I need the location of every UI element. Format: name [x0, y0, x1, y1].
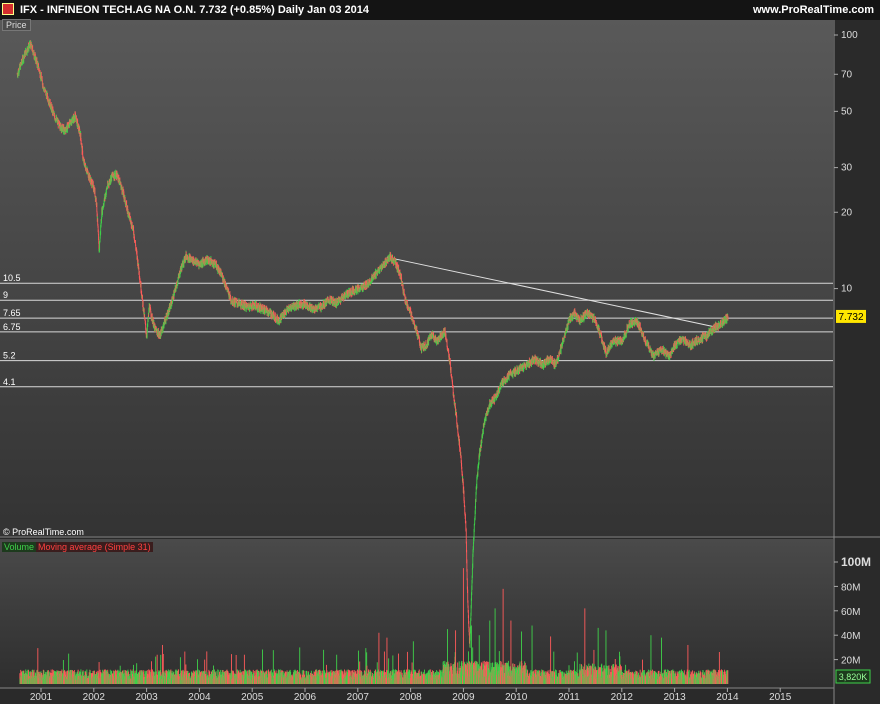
price-tick-label: 20	[841, 207, 853, 218]
time-tick-label: 2007	[347, 692, 370, 703]
price-tick-label: 30	[841, 163, 853, 174]
volume-tick-label: 40M	[841, 631, 860, 642]
time-tick-label: 2003	[135, 692, 158, 703]
level-label: 10.5	[3, 273, 21, 283]
chart-svg: 10 20 30 50 70 100 20M 40M 60M 80M 100M 2001 2002 200…	[0, 20, 880, 704]
level-label: 9	[3, 290, 8, 300]
time-tick-label: 2013	[663, 692, 686, 703]
volume-bars	[19, 568, 729, 684]
level-label: 4.1	[3, 377, 16, 387]
time-tick-label: 2002	[83, 692, 106, 703]
time-tick-label: 2005	[241, 692, 264, 703]
time-tick-label: 2015	[769, 692, 792, 703]
trendline	[386, 256, 720, 329]
time-tick-label: 2010	[505, 692, 528, 703]
price-tick-label: 50	[841, 106, 853, 117]
time-tick-label: 2001	[30, 692, 53, 703]
price-candles	[16, 40, 729, 648]
level-label: 6.75	[3, 322, 21, 332]
level-label: 5.2	[3, 351, 16, 361]
volume-tick-label: 20M	[841, 656, 860, 667]
time-tick-label: 2009	[452, 692, 475, 703]
level-label: 7.65	[3, 308, 21, 318]
price-tick-label: 10	[841, 284, 853, 295]
price-tick-label: 70	[841, 69, 853, 80]
price-tick-label: 100	[841, 30, 858, 41]
time-tick-label: 2008	[399, 692, 422, 703]
time-tick-label: 2012	[611, 692, 634, 703]
time-tick-label: 2004	[188, 692, 211, 703]
last-price-label: 7.732	[838, 312, 863, 323]
time-tick-label: 2006	[294, 692, 317, 703]
volume-tick-label: 60M	[841, 607, 860, 618]
time-tick-label: 2011	[558, 692, 580, 703]
time-tick-label: 2014	[716, 692, 739, 703]
volume-tick-label: 80M	[841, 582, 860, 593]
volume-tick-label: 100M	[841, 555, 871, 569]
